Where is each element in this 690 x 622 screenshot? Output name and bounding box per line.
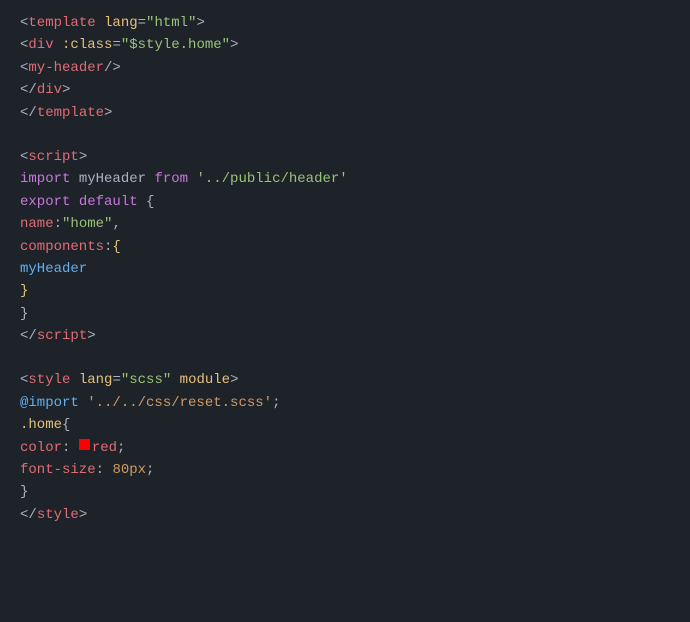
token: < — [20, 369, 28, 391]
code-editor: <template lang="html"> <div :class="$sty… — [0, 0, 690, 622]
token: < — [20, 34, 28, 56]
token: < — [20, 57, 28, 79]
token: 80px — [112, 459, 146, 481]
code-line: components:{ — [0, 236, 690, 258]
code-line: .home{ — [0, 414, 690, 436]
token: > — [62, 79, 70, 101]
code-line: </template> — [0, 102, 690, 124]
token: </ — [20, 102, 37, 124]
code-line: } — [0, 481, 690, 503]
code-line: } — [0, 280, 690, 302]
token: = — [112, 34, 120, 56]
token: < — [20, 146, 28, 168]
token: myHeader — [70, 168, 154, 190]
token: import — [20, 168, 70, 190]
code-line: </div> — [0, 79, 690, 101]
token: .home — [20, 414, 62, 436]
token: { — [112, 236, 120, 258]
token: lang — [70, 369, 112, 391]
token: myHeader — [20, 258, 87, 280]
token: lang — [96, 12, 138, 34]
token: ; — [272, 392, 280, 414]
token: script — [28, 146, 78, 168]
token: > — [230, 369, 238, 391]
token: } — [20, 303, 28, 325]
token — [70, 191, 78, 213]
code-line: export default { — [0, 191, 690, 213]
token: script — [37, 325, 87, 347]
token: > — [87, 325, 95, 347]
token: > — [79, 146, 87, 168]
token: my-header — [28, 57, 104, 79]
token — [188, 168, 196, 190]
token: div — [28, 34, 53, 56]
token: ; — [146, 459, 154, 481]
code-line: </style> — [0, 504, 690, 526]
token: : — [104, 236, 112, 258]
code-line: <div :class="$style.home"> — [0, 34, 690, 56]
token: > — [230, 34, 238, 56]
token: @import — [20, 392, 79, 414]
token: { — [138, 191, 155, 213]
code-line: color: red; — [0, 437, 690, 459]
token: > — [104, 102, 112, 124]
token: "scss" — [121, 369, 171, 391]
code-line: } — [0, 303, 690, 325]
token: </ — [20, 504, 37, 526]
code-line: name:"home", — [0, 213, 690, 235]
token: > — [196, 12, 204, 34]
token: template — [37, 102, 104, 124]
token: :class — [54, 34, 113, 56]
token: /> — [104, 57, 121, 79]
token: "$style.home" — [121, 34, 230, 56]
token: = — [138, 12, 146, 34]
token: : — [96, 459, 113, 481]
token: name — [20, 213, 54, 235]
token: style — [37, 504, 79, 526]
code-line: <style lang="scss" module> — [0, 369, 690, 391]
token: </ — [20, 79, 37, 101]
code-line: myHeader — [0, 258, 690, 280]
code-line: <script> — [0, 146, 690, 168]
token: : — [62, 437, 79, 459]
token — [79, 392, 87, 414]
token: } — [20, 481, 28, 503]
token: template — [28, 12, 95, 34]
token: </ — [20, 325, 37, 347]
token: export — [20, 191, 70, 213]
code-line: @import '../../css/reset.scss'; — [0, 392, 690, 414]
token: style — [28, 369, 70, 391]
code-line: <my-header/> — [0, 57, 690, 79]
code-line — [0, 347, 690, 369]
token: , — [112, 213, 120, 235]
token: > — [79, 504, 87, 526]
token: from — [154, 168, 188, 190]
token: { — [62, 414, 70, 436]
token: = — [112, 369, 120, 391]
token: "home" — [62, 213, 112, 235]
token: '../public/header' — [196, 168, 347, 190]
code-line: import myHeader from '../public/header' — [0, 168, 690, 190]
token: ; — [117, 437, 125, 459]
token: font-size — [20, 459, 96, 481]
token: div — [37, 79, 62, 101]
token: red — [92, 437, 117, 459]
color-swatch — [79, 439, 90, 450]
token: "html" — [146, 12, 196, 34]
token: components — [20, 236, 104, 258]
code-line: font-size: 80px; — [0, 459, 690, 481]
token: : — [54, 213, 62, 235]
token: < — [20, 12, 28, 34]
token: color — [20, 437, 62, 459]
code-line: <template lang="html"> — [0, 12, 690, 34]
code-line: </script> — [0, 325, 690, 347]
code-line — [0, 124, 690, 146]
token: } — [20, 280, 28, 302]
token: module — [171, 369, 230, 391]
token: '../../css/reset.scss' — [87, 392, 272, 414]
token: default — [79, 191, 138, 213]
